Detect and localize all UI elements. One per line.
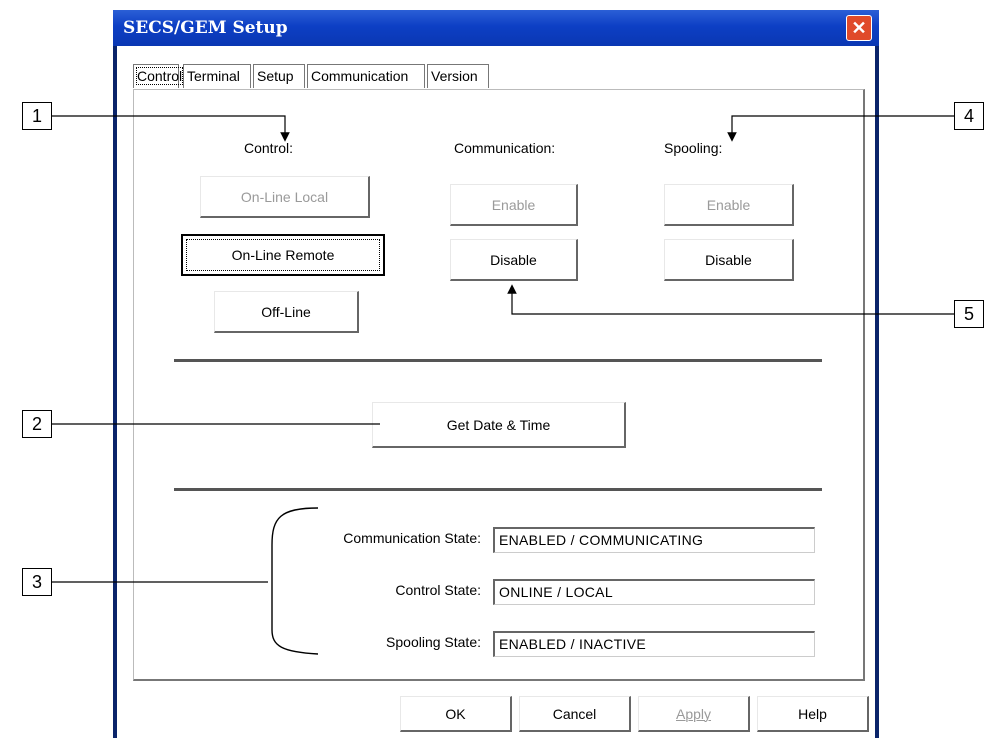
communication-disable-button[interactable]: Disable (450, 239, 578, 281)
separator-bottom (174, 488, 822, 491)
callout-4: 4 (954, 102, 984, 130)
get-date-time-button[interactable]: Get Date & Time (372, 402, 626, 448)
apply-button[interactable]: Apply (638, 696, 750, 732)
tab-terminal[interactable]: Terminal (183, 64, 251, 88)
tab-setup[interactable]: Setup (253, 64, 305, 88)
close-icon[interactable]: ✕ (846, 15, 872, 41)
callout-1: 1 (22, 102, 52, 130)
window-title: SECS/GEM Setup (123, 18, 288, 38)
tab-version[interactable]: Version (427, 64, 489, 88)
communication-heading: Communication: (454, 140, 556, 156)
help-button[interactable]: Help (757, 696, 869, 732)
separator-top (174, 359, 822, 362)
offline-button[interactable]: Off-Line (214, 291, 359, 333)
title-bar[interactable]: SECS/GEM Setup ✕ (113, 10, 879, 46)
online-local-button[interactable]: On-Line Local (200, 176, 370, 218)
cancel-button[interactable]: Cancel (519, 696, 631, 732)
callout-2: 2 (22, 410, 52, 438)
communication-state-label: Communication State: (343, 530, 481, 546)
online-remote-button[interactable]: On-Line Remote (181, 234, 385, 276)
communication-state-field: ENABLED / COMMUNICATING (493, 527, 815, 553)
spooling-enable-button[interactable]: Enable (664, 184, 794, 226)
secs-gem-setup-window: SECS/GEM Setup ✕ Control Terminal Setup … (113, 10, 879, 738)
spooling-state-field: ENABLED / INACTIVE (493, 631, 815, 657)
ok-button[interactable]: OK (400, 696, 512, 732)
control-state-field: ONLINE / LOCAL (493, 579, 815, 605)
tab-communication[interactable]: Communication (307, 64, 425, 88)
spooling-heading: Spooling: (664, 140, 723, 156)
spooling-state-label: Spooling State: (386, 634, 481, 650)
dialog-client-area: Control Terminal Setup Communication Ver… (117, 46, 875, 738)
control-state-label: Control State: (395, 582, 481, 598)
callout-5: 5 (954, 300, 984, 328)
spooling-disable-button[interactable]: Disable (664, 239, 794, 281)
control-tab-panel: Control: Communication: Spooling: On-Lin… (133, 89, 865, 681)
callout-3: 3 (22, 568, 52, 596)
communication-enable-button[interactable]: Enable (450, 184, 578, 226)
tab-control[interactable]: Control (133, 64, 184, 88)
control-heading: Control: (244, 140, 294, 156)
